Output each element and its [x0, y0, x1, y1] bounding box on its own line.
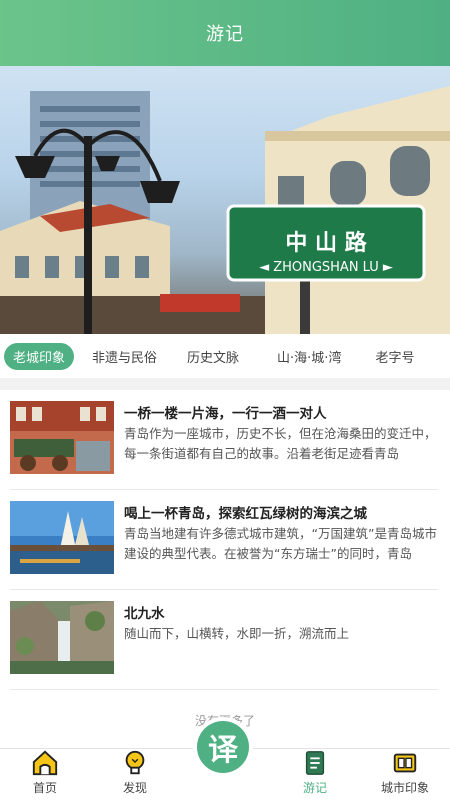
tabbar-label-city-impression: 城市印象 [380, 781, 429, 795]
article-title: 北九水 [124, 606, 165, 622]
list-item[interactable]: 一桥一楼一片海，一行一酒一对人 青岛作为一座城市，历史不长，但在沧海桑田的变迁中… [10, 390, 438, 490]
app-header: 游记 [0, 0, 450, 66]
article-thumbnail [10, 601, 114, 674]
tabbar-home[interactable]: 首页 [0, 749, 90, 800]
section-divider [0, 378, 450, 390]
zhongshan-road-photo: 中 山 路 ◄ ZHONGSHAN LU ► [0, 86, 450, 334]
article-thumbnail [10, 501, 114, 574]
article-summary: 青岛当地建有许多德式城市建筑，“万国建筑”是青岛城市建设的典型代表。在被誉为“东… [124, 526, 437, 561]
tab-old-city[interactable]: 老城印象 [4, 342, 75, 370]
sign-pinyin-text: ◄ ZHONGSHAN LU ► [259, 260, 393, 275]
film-strip-icon [393, 753, 417, 773]
tab-history[interactable]: 历史文脉 [187, 347, 239, 366]
article-title: 一桥一楼一片海，一行一酒一对人 [124, 406, 327, 422]
sign-chinese-text: 中 山 路 [285, 230, 367, 256]
article-list: 一桥一楼一片海，一行一酒一对人 青岛作为一座城市，历史不长，但在沧海桑田的变迁中… [10, 390, 438, 690]
tabbar-label-home: 首页 [32, 781, 57, 795]
banner-image[interactable]: 中 山 路 ◄ ZHONGSHAN LU ► [0, 66, 450, 334]
page-title: 游记 [206, 24, 244, 45]
tab-intangible-heritage[interactable]: 非遗与民俗 [92, 347, 157, 366]
list-item[interactable]: 喝上一杯青岛，探索红瓦绿树的海滨之城 青岛当地建有许多德式城市建筑，“万国建筑”… [10, 490, 438, 590]
tabbar-travelogue[interactable]: 游记 [270, 749, 360, 800]
translate-glyph: 译 [197, 721, 249, 773]
tabbar-label-discover: 发现 [122, 781, 147, 795]
tab-mountain-sea-city-bay[interactable]: 山·海·城·湾 [277, 347, 341, 366]
article-summary: 随山而下，山横转，水即一折，溯流而上 [124, 626, 350, 641]
category-tabs: 老城印象 非遗与民俗 历史文脉 山·海·城·湾 老字号 [0, 334, 450, 378]
translate-button[interactable]: 译 [193, 717, 253, 777]
tabbar-label-travelogue: 游记 [302, 781, 327, 795]
lightbulb-icon [125, 750, 145, 775]
tab-time-honored-brands[interactable]: 老字号 [375, 347, 414, 366]
notebook-icon [305, 751, 325, 775]
article-thumbnail [10, 401, 114, 474]
tabbar-discover[interactable]: 发现 [90, 749, 180, 800]
tabbar-city-impression[interactable]: 城市印象 [360, 749, 450, 800]
list-item[interactable]: 北九水 随山而下，山横转，水即一折，溯流而上 [10, 590, 438, 690]
article-summary: 青岛作为一座城市，历史不长，但在沧海桑田的变迁中，每一条街道都有自己的故事。沿着… [124, 426, 437, 461]
home-icon [32, 750, 58, 776]
article-title: 喝上一杯青岛，探索红瓦绿树的海滨之城 [124, 506, 367, 522]
